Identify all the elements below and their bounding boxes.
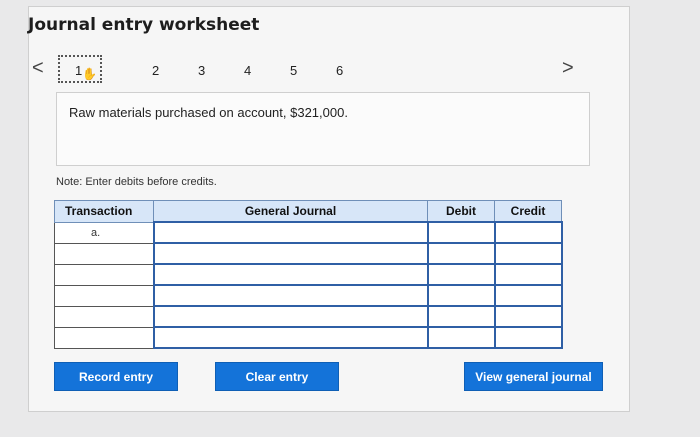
page-title: Journal entry worksheet: [28, 15, 260, 35]
transaction-cell: [54, 326, 154, 349]
pager: < 1 ✋ 2 3 4 5 6 >: [32, 55, 574, 85]
note-text: Note: Enter debits before credits.: [56, 176, 217, 188]
debit-input[interactable]: [426, 326, 496, 349]
transaction-cell: [54, 263, 154, 286]
page-5[interactable]: 5: [290, 63, 297, 78]
table-row: [54, 284, 563, 307]
hand-cursor-icon: ✋: [82, 67, 97, 81]
credit-input[interactable]: [493, 242, 563, 265]
chevron-left-icon[interactable]: <: [32, 57, 44, 80]
record-entry-button[interactable]: Record entry: [54, 362, 178, 391]
transaction-cell: a.: [54, 221, 154, 244]
chevron-right-icon[interactable]: >: [562, 57, 574, 80]
account-input[interactable]: [152, 305, 429, 328]
credit-input[interactable]: [493, 305, 563, 328]
debit-input[interactable]: [426, 242, 496, 265]
transaction-cell: [54, 242, 154, 265]
transaction-prompt: Raw materials purchased on account, $321…: [56, 92, 590, 166]
header-transaction: Transaction: [54, 200, 154, 223]
table-row: [54, 263, 563, 286]
table-row: [54, 242, 563, 265]
clear-entry-button[interactable]: Clear entry: [215, 362, 339, 391]
credit-input[interactable]: [493, 263, 563, 286]
account-input[interactable]: [152, 263, 429, 286]
credit-input[interactable]: [493, 284, 563, 307]
page-3[interactable]: 3: [198, 63, 205, 78]
page-4[interactable]: 4: [244, 63, 251, 78]
page-2[interactable]: 2: [152, 63, 159, 78]
credit-input[interactable]: [493, 221, 563, 244]
table-row: [54, 305, 563, 328]
header-general-journal: General Journal: [153, 200, 428, 223]
header-credit: Credit: [494, 200, 562, 223]
account-input[interactable]: [152, 242, 429, 265]
account-input[interactable]: [152, 284, 429, 307]
header-debit: Debit: [427, 200, 495, 223]
page-6[interactable]: 6: [336, 63, 343, 78]
table-row: a.: [54, 221, 563, 244]
table-row: [54, 326, 563, 349]
debit-input[interactable]: [426, 284, 496, 307]
credit-input[interactable]: [493, 326, 563, 349]
debit-input[interactable]: [426, 263, 496, 286]
transaction-cell: [54, 284, 154, 307]
account-input[interactable]: [152, 221, 429, 244]
view-general-journal-button[interactable]: View general journal: [464, 362, 603, 391]
prompt-text: Raw materials purchased on account, $321…: [69, 105, 348, 120]
debit-input[interactable]: [426, 305, 496, 328]
debit-input[interactable]: [426, 221, 496, 244]
journal-table: Transaction General Journal Debit Credit…: [54, 200, 563, 349]
transaction-cell: [54, 305, 154, 328]
account-input[interactable]: [152, 326, 429, 349]
